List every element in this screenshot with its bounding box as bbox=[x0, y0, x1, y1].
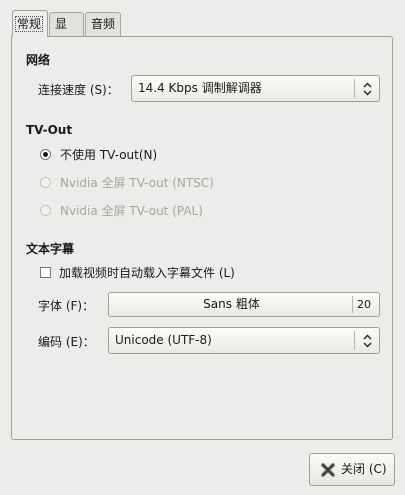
radio-nvidia-ntsc-indicator[interactable] bbox=[40, 177, 51, 188]
combo-separator bbox=[354, 79, 355, 98]
close-x-icon bbox=[321, 463, 335, 477]
radio-nvidia-pal-label: Nvidia 全屏 TV-out (PAL) bbox=[60, 204, 203, 218]
radio-no-tvout-label: 不使用 TV-out(N) bbox=[60, 148, 158, 162]
font-size: 20 bbox=[357, 298, 371, 311]
connection-speed-combo[interactable]: 14.4 Kbps 调制解调器 bbox=[131, 75, 380, 102]
tab-general[interactable]: 常规 bbox=[12, 10, 48, 37]
tab-display[interactable]: 显示 bbox=[49, 12, 84, 54]
updown-arrows-icon bbox=[363, 81, 372, 96]
font-picker-button[interactable]: Sans 粗体 20 bbox=[108, 292, 380, 317]
radio-nvidia-pal-indicator[interactable] bbox=[40, 205, 51, 216]
connection-speed-label: 连接速度 (S)： bbox=[38, 83, 119, 97]
font-label: 字体 (F)： bbox=[38, 299, 95, 313]
font-button-separator bbox=[352, 296, 353, 313]
radio-no-tvout-indicator[interactable] bbox=[40, 149, 51, 160]
tab-audio[interactable]: 音频 bbox=[85, 12, 121, 36]
tab-audio-label: 音频 bbox=[91, 17, 116, 31]
tvout-section-title: TV-Out bbox=[26, 123, 73, 137]
combo-separator bbox=[354, 331, 355, 350]
encoding-value: Unicode (UTF-8) bbox=[115, 333, 212, 347]
updown-arrows-icon bbox=[363, 333, 372, 348]
autoload-subtitles-checkbox[interactable] bbox=[40, 267, 51, 278]
autoload-subtitles-label: 加载视频时自动载入字幕文件 (L) bbox=[59, 266, 235, 280]
radio-nvidia-ntsc-label: Nvidia 全屏 TV-out (NTSC) bbox=[60, 176, 214, 190]
tab-general-label: 常规 bbox=[15, 16, 44, 32]
encoding-combo[interactable]: Unicode (UTF-8) bbox=[108, 327, 380, 354]
font-name: Sans 粗体 bbox=[203, 297, 260, 311]
close-button-label: 关闭 (C) bbox=[341, 462, 387, 476]
connection-speed-value: 14.4 Kbps 调制解调器 bbox=[138, 81, 262, 95]
encoding-label: 编码 (E)： bbox=[38, 335, 95, 349]
network-section-title: 网络 bbox=[26, 53, 51, 67]
close-button[interactable]: 关闭 (C) bbox=[309, 453, 395, 486]
subtitles-section-title: 文本字幕 bbox=[26, 242, 75, 256]
